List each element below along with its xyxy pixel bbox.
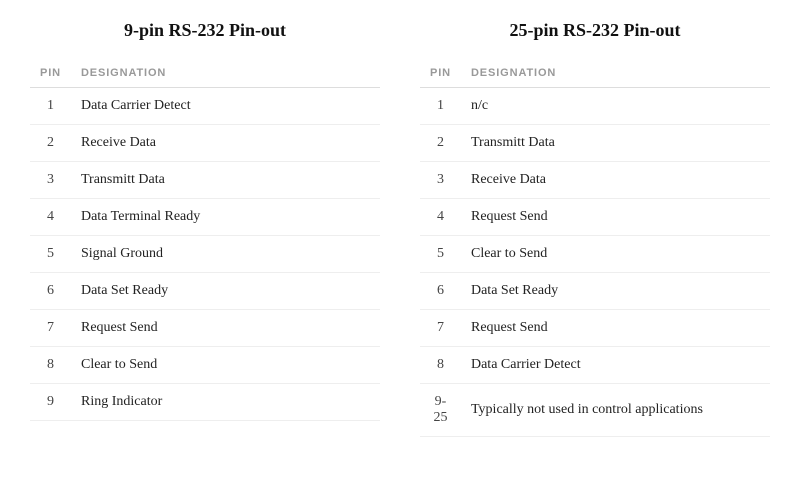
pin-designation: Request Send (461, 310, 770, 347)
pin-designation: Transmitt Data (461, 125, 770, 162)
nine-pin-col-designation: DESIGNATION (71, 61, 380, 88)
table-row: 2Transmitt Data (420, 125, 770, 162)
pin-designation: Request Send (71, 310, 380, 347)
pin-designation: Data Carrier Detect (71, 88, 380, 125)
twentyfive-pin-title: 25-pin RS-232 Pin-out (420, 20, 770, 41)
pin-number: 5 (30, 236, 71, 273)
table-row: 8Clear to Send (30, 347, 380, 384)
pin-number: 8 (420, 347, 461, 384)
table-row: 7Request Send (30, 310, 380, 347)
table-row: 3Receive Data (420, 162, 770, 199)
pin-number: 3 (30, 162, 71, 199)
pin-designation: Data Carrier Detect (461, 347, 770, 384)
nine-pin-col-pin: PIN (30, 61, 71, 88)
pin-number: 2 (30, 125, 71, 162)
pin-designation: Request Send (461, 199, 770, 236)
pin-number: 3 (420, 162, 461, 199)
pin-number: 6 (420, 273, 461, 310)
pin-number: 9 (30, 384, 71, 421)
pin-number: 8 (30, 347, 71, 384)
table-row: 1n/c (420, 88, 770, 125)
pin-number: 9-25 (420, 384, 461, 437)
table-row: 9Ring Indicator (30, 384, 380, 421)
nine-pin-section: 9-pin RS-232 Pin-out PIN DESIGNATION 1Da… (30, 20, 380, 437)
table-row: 5Signal Ground (30, 236, 380, 273)
table-row: 4Request Send (420, 199, 770, 236)
pin-number: 1 (420, 88, 461, 125)
pin-designation: Signal Ground (71, 236, 380, 273)
nine-pin-title: 9-pin RS-232 Pin-out (30, 20, 380, 41)
pin-designation: Transmitt Data (71, 162, 380, 199)
pin-number: 2 (420, 125, 461, 162)
table-row: 1Data Carrier Detect (30, 88, 380, 125)
table-row: 6Data Set Ready (420, 273, 770, 310)
twentyfive-pin-table: PIN DESIGNATION 1n/c2Transmitt Data3Rece… (420, 61, 770, 437)
pin-number: 7 (420, 310, 461, 347)
pin-designation: Data Terminal Ready (71, 199, 380, 236)
pin-designation: Typically not used in control applicatio… (461, 384, 770, 437)
table-row: 8Data Carrier Detect (420, 347, 770, 384)
pin-designation: Ring Indicator (71, 384, 380, 421)
pin-designation: Receive Data (461, 162, 770, 199)
table-row: 3Transmitt Data (30, 162, 380, 199)
twentyfive-pin-col-designation: DESIGNATION (461, 61, 770, 88)
pin-designation: Clear to Send (461, 236, 770, 273)
table-row: 5Clear to Send (420, 236, 770, 273)
pin-number: 4 (30, 199, 71, 236)
pin-designation: Data Set Ready (461, 273, 770, 310)
table-row: 6Data Set Ready (30, 273, 380, 310)
pin-designation: n/c (461, 88, 770, 125)
tables-container: 9-pin RS-232 Pin-out PIN DESIGNATION 1Da… (30, 20, 770, 437)
table-row: 9-25Typically not used in control applic… (420, 384, 770, 437)
twentyfive-pin-col-pin: PIN (420, 61, 461, 88)
twentyfive-pin-section: 25-pin RS-232 Pin-out PIN DESIGNATION 1n… (420, 20, 770, 437)
table-row: 7Request Send (420, 310, 770, 347)
pin-number: 5 (420, 236, 461, 273)
table-row: 4Data Terminal Ready (30, 199, 380, 236)
pin-designation: Receive Data (71, 125, 380, 162)
pin-designation: Clear to Send (71, 347, 380, 384)
pin-number: 4 (420, 199, 461, 236)
pin-number: 7 (30, 310, 71, 347)
nine-pin-table: PIN DESIGNATION 1Data Carrier Detect2Rec… (30, 61, 380, 421)
pin-number: 6 (30, 273, 71, 310)
pin-number: 1 (30, 88, 71, 125)
table-row: 2Receive Data (30, 125, 380, 162)
pin-designation: Data Set Ready (71, 273, 380, 310)
